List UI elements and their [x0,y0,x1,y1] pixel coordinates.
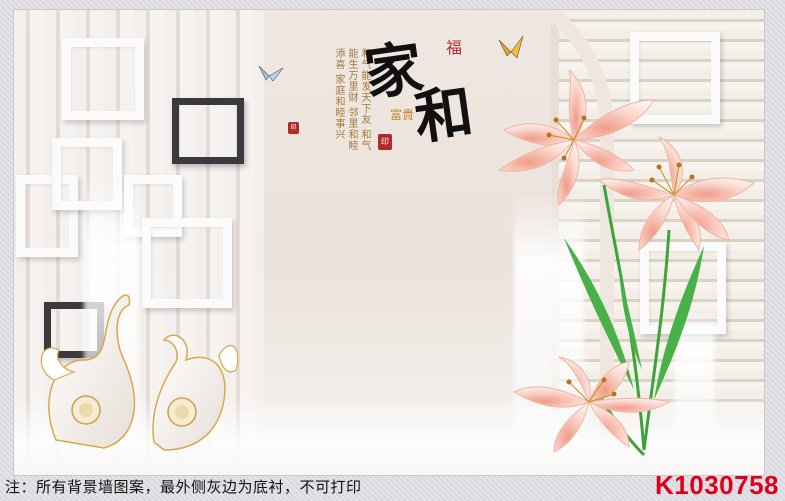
wallpaper-mural: 和气能发天下友 和气能生万里财 邻里和睦添喜 家庭和睦事兴 家 和 福 富貴 印… [14,10,764,475]
swan-figure-right [152,334,239,451]
decorative-artwork [40,35,755,457]
swan-figure-left [40,294,136,449]
lily-flower-middle [597,136,755,252]
printing-note: 注：所有背景墙图案，最外侧灰边为底衬，不可打印 [5,478,362,496]
butterfly-icon [498,35,524,59]
butterfly-icon [258,65,284,82]
product-code: K1030758 [655,470,779,500]
